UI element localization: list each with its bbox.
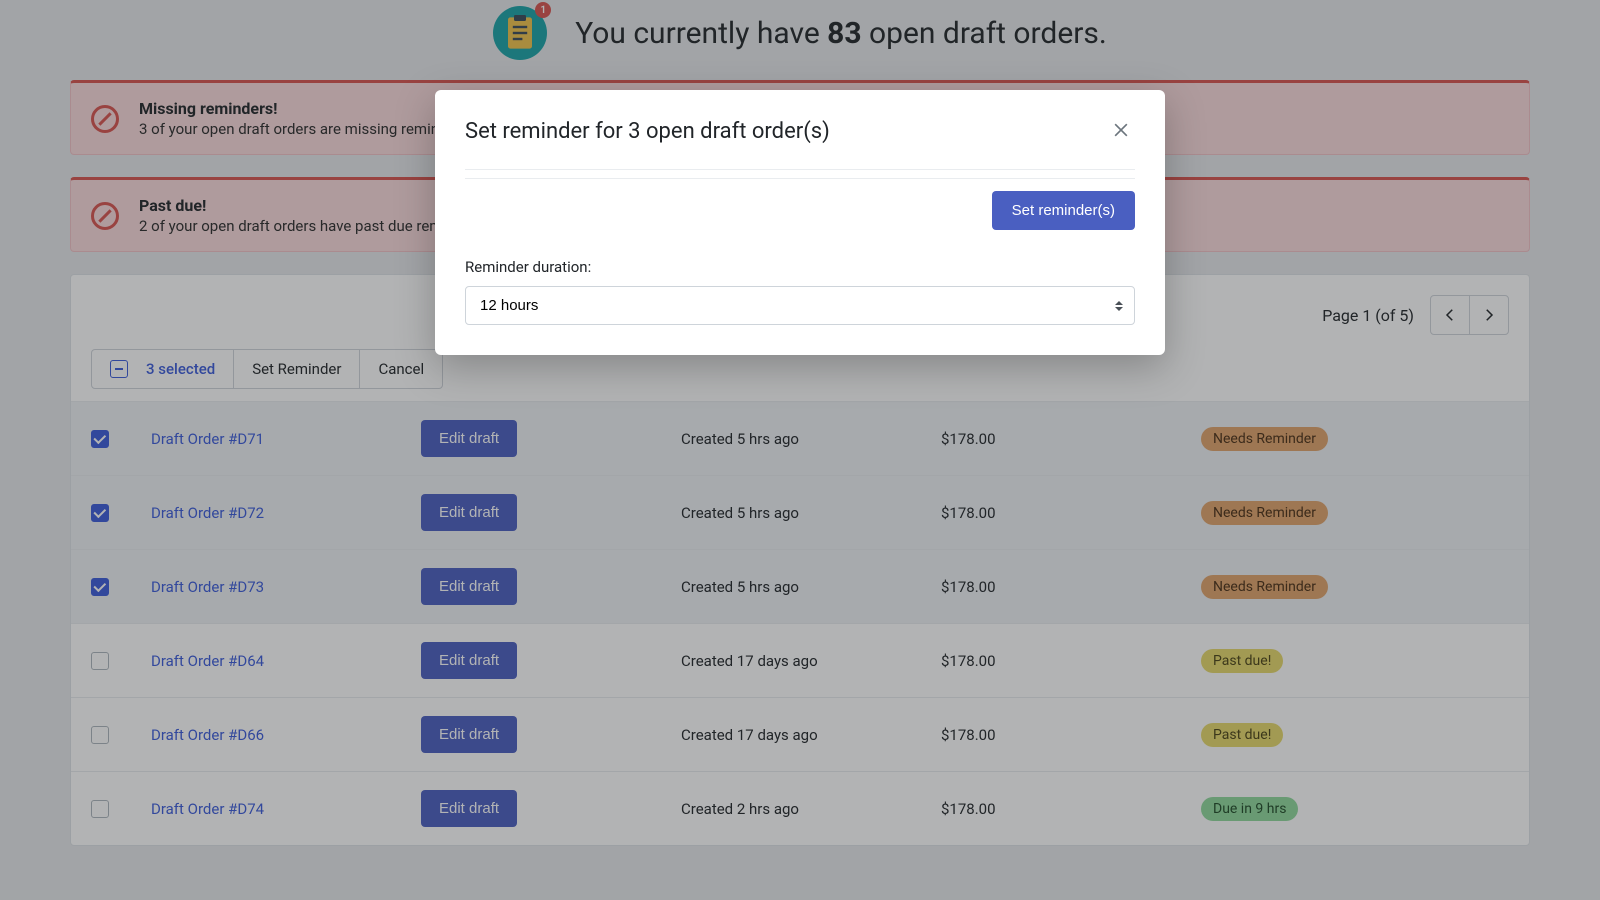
duration-select[interactable]: 12 hours xyxy=(465,286,1135,325)
set-reminders-submit-button[interactable]: Set reminder(s) xyxy=(992,191,1135,230)
set-reminder-modal: Set reminder for 3 open draft order(s) S… xyxy=(435,90,1165,355)
close-icon xyxy=(1111,120,1131,140)
duration-label: Reminder duration: xyxy=(465,258,1135,276)
modal-title: Set reminder for 3 open draft order(s) xyxy=(465,119,830,144)
close-button[interactable] xyxy=(1107,116,1135,147)
